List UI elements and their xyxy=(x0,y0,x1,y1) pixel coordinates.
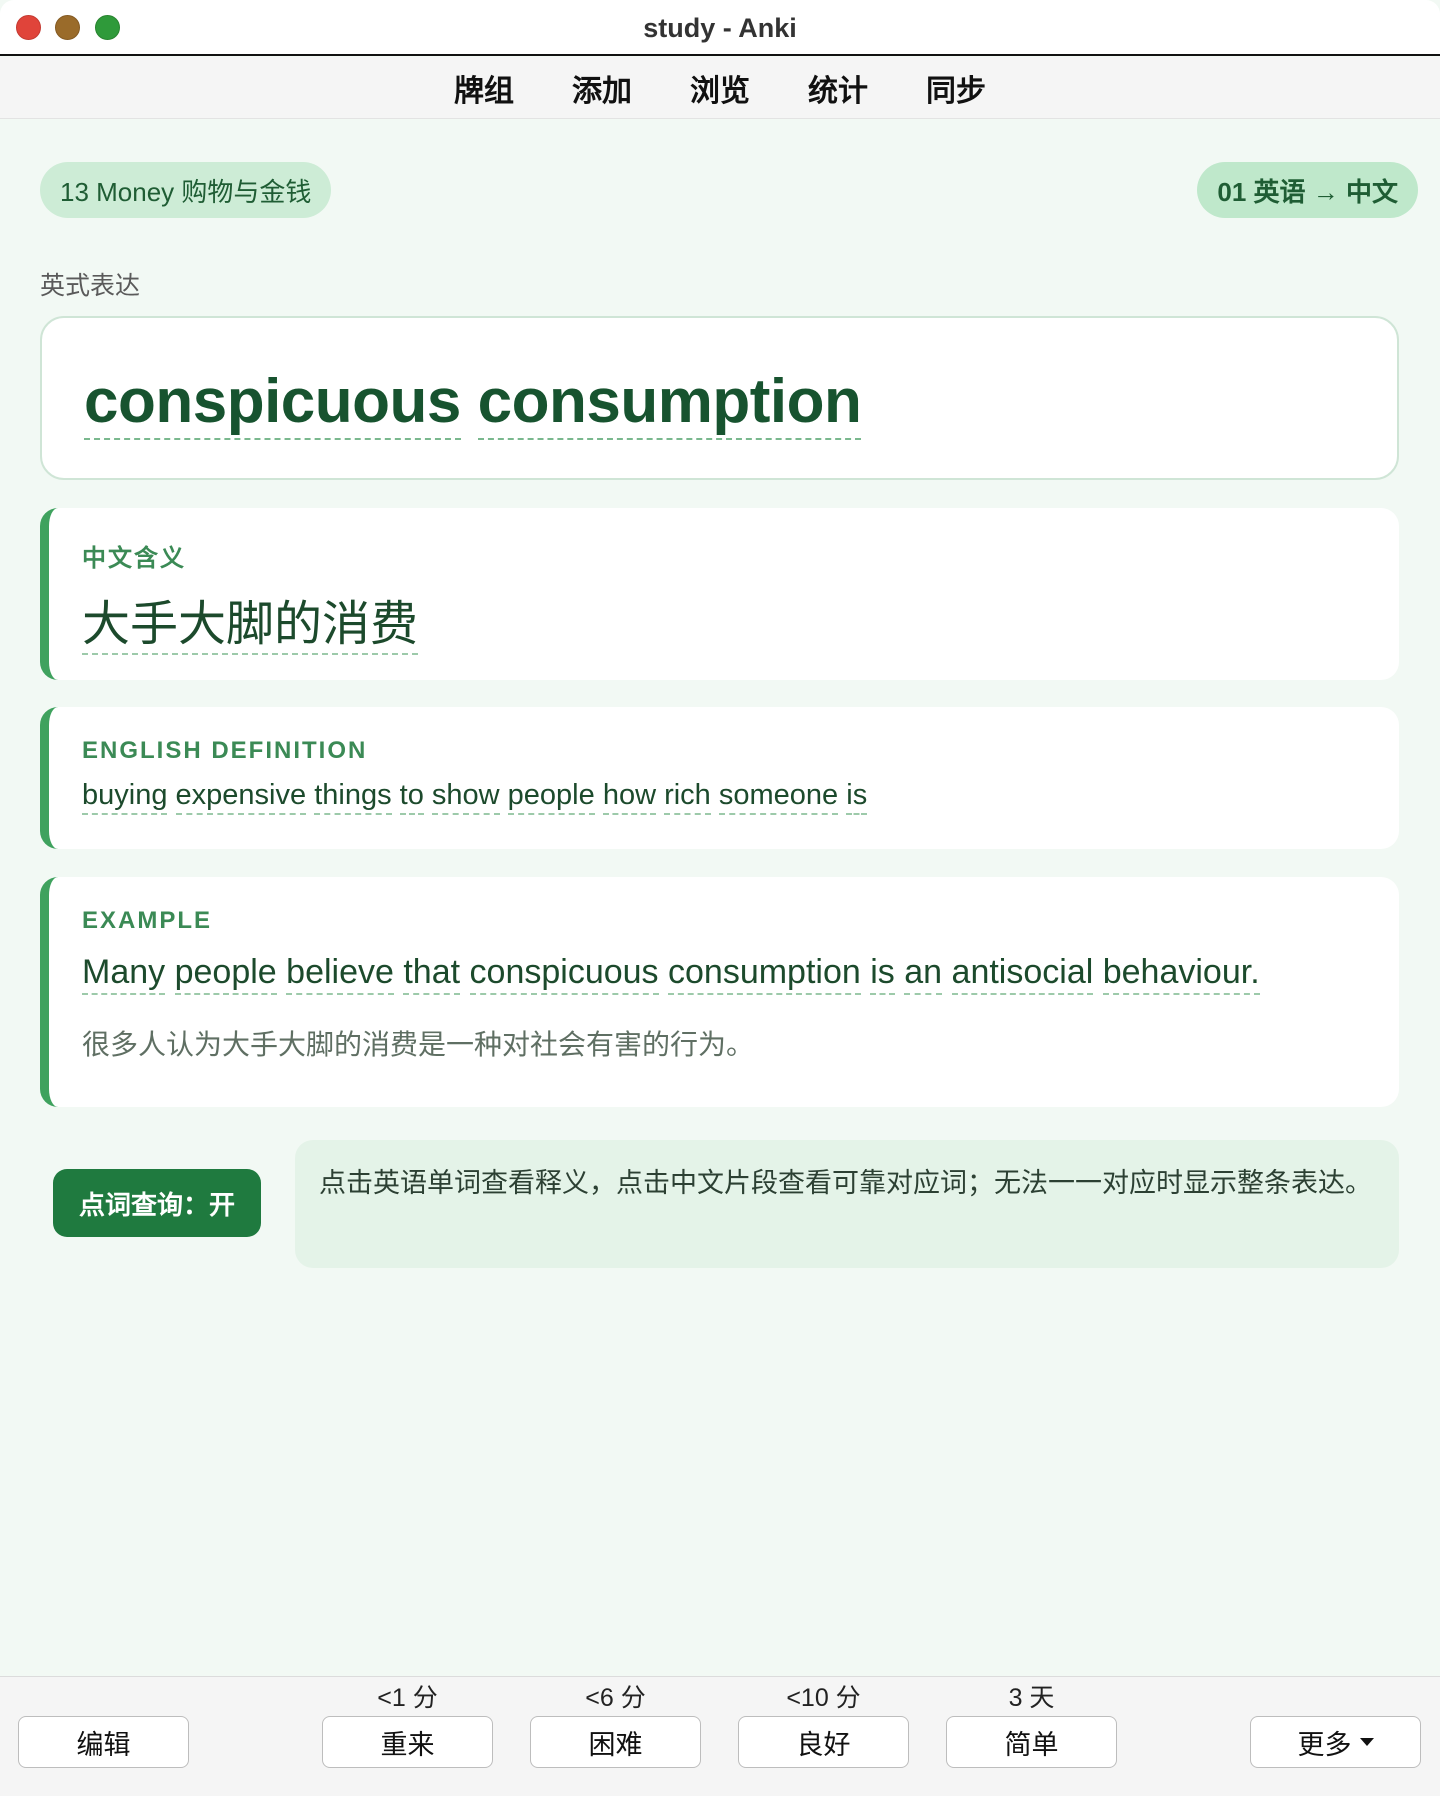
meaning-phrase[interactable]: 大手大脚的消费 xyxy=(82,598,419,655)
toolbar-stats[interactable]: 统计 xyxy=(808,66,868,110)
definition-word[interactable]: expensive xyxy=(175,779,307,815)
example-word[interactable]: an xyxy=(904,953,943,995)
lookup-hint: 点击英语单词查看释义，点击中文片段查看可靠对应词；无法一一对应时显示整条表达。 xyxy=(295,1140,1399,1268)
meaning-label: 中文含义 xyxy=(82,545,186,572)
example-card: EXAMPLE Many people believe that conspic… xyxy=(40,877,1399,1107)
anki-window: study - Anki 牌组 添加 浏览 统计 同步 13 Money 购物与… xyxy=(0,0,1440,1796)
definition-word[interactable]: rich xyxy=(664,779,711,815)
definition-word[interactable]: people xyxy=(507,779,595,815)
main-toolbar: 牌组 添加 浏览 统计 同步 xyxy=(0,57,1440,119)
expression-card: conspicuous consumption xyxy=(40,316,1399,480)
example-word[interactable]: that xyxy=(403,953,461,995)
caret-down-icon xyxy=(1359,1738,1374,1746)
section-label: 英式表达 xyxy=(40,272,141,300)
definition-word[interactable]: buying xyxy=(82,779,168,815)
deck-tag: 13 Money 购物与金钱 xyxy=(40,162,332,218)
more-label: 更多 xyxy=(1297,1729,1352,1760)
example-word[interactable]: behaviour. xyxy=(1102,953,1260,995)
lookup-toggle-button[interactable]: 点词查询：开 xyxy=(53,1169,261,1237)
definition-card: ENGLISH DEFINITION buying expensive thin… xyxy=(40,707,1399,849)
good-button[interactable]: 良好 xyxy=(738,1716,909,1768)
example-sentence: Many people believe that conspicuous con… xyxy=(82,953,1260,995)
definition-word[interactable]: someone xyxy=(718,779,839,815)
card-type-tag: 01 英语 → 中文 xyxy=(1197,162,1418,218)
toolbar-browse[interactable]: 浏览 xyxy=(690,66,750,110)
meaning-text: 大手大脚的消费 xyxy=(82,584,419,655)
example-word[interactable]: antisocial xyxy=(951,953,1094,995)
definition-label: ENGLISH DEFINITION xyxy=(82,737,368,764)
easy-interval: 3 天 xyxy=(1008,1684,1055,1712)
example-word[interactable]: is xyxy=(870,953,895,995)
example-label: EXAMPLE xyxy=(82,907,213,934)
example-word[interactable]: believe xyxy=(286,953,394,995)
example-word[interactable]: consumption xyxy=(668,953,861,995)
definition-word[interactable]: how xyxy=(602,779,657,815)
meaning-card: 中文含义 大手大脚的消费 xyxy=(40,508,1399,680)
hard-button[interactable]: 困难 xyxy=(530,1716,701,1768)
again-button[interactable]: 重来 xyxy=(322,1716,493,1768)
easy-button[interactable]: 简单 xyxy=(946,1716,1117,1768)
definition-word[interactable]: to xyxy=(399,779,424,815)
toolbar-add[interactable]: 添加 xyxy=(572,66,632,110)
expression-text: conspicuous consumption xyxy=(84,366,862,440)
answer-bar xyxy=(0,1676,1440,1796)
definition-text: buying expensive things to show people h… xyxy=(82,779,868,815)
title-bar: study - Anki xyxy=(0,0,1440,56)
definition-word[interactable]: is xyxy=(846,779,868,815)
definition-word[interactable]: things xyxy=(314,779,392,815)
toolbar-sync[interactable]: 同步 xyxy=(926,66,986,110)
example-word[interactable]: conspicuous xyxy=(469,953,659,995)
expression-word[interactable]: consumption xyxy=(477,367,862,440)
edit-button[interactable]: 编辑 xyxy=(18,1716,189,1768)
definition-word[interactable]: show xyxy=(431,779,500,815)
toolbar-decks[interactable]: 牌组 xyxy=(454,66,514,110)
example-word[interactable]: people xyxy=(174,953,277,995)
good-interval: <10 分 xyxy=(786,1684,861,1712)
window-title: study - Anki xyxy=(643,13,797,43)
hard-interval: <6 分 xyxy=(585,1684,646,1712)
example-word[interactable]: Many xyxy=(82,953,166,995)
again-interval: <1 分 xyxy=(377,1684,438,1712)
expression-word[interactable]: conspicuous xyxy=(84,367,461,440)
more-button[interactable]: 更多 xyxy=(1250,1716,1421,1768)
example-translation[interactable]: 很多人认为大手大脚的消费是一种对社会有害的行为。 xyxy=(82,1023,754,1063)
